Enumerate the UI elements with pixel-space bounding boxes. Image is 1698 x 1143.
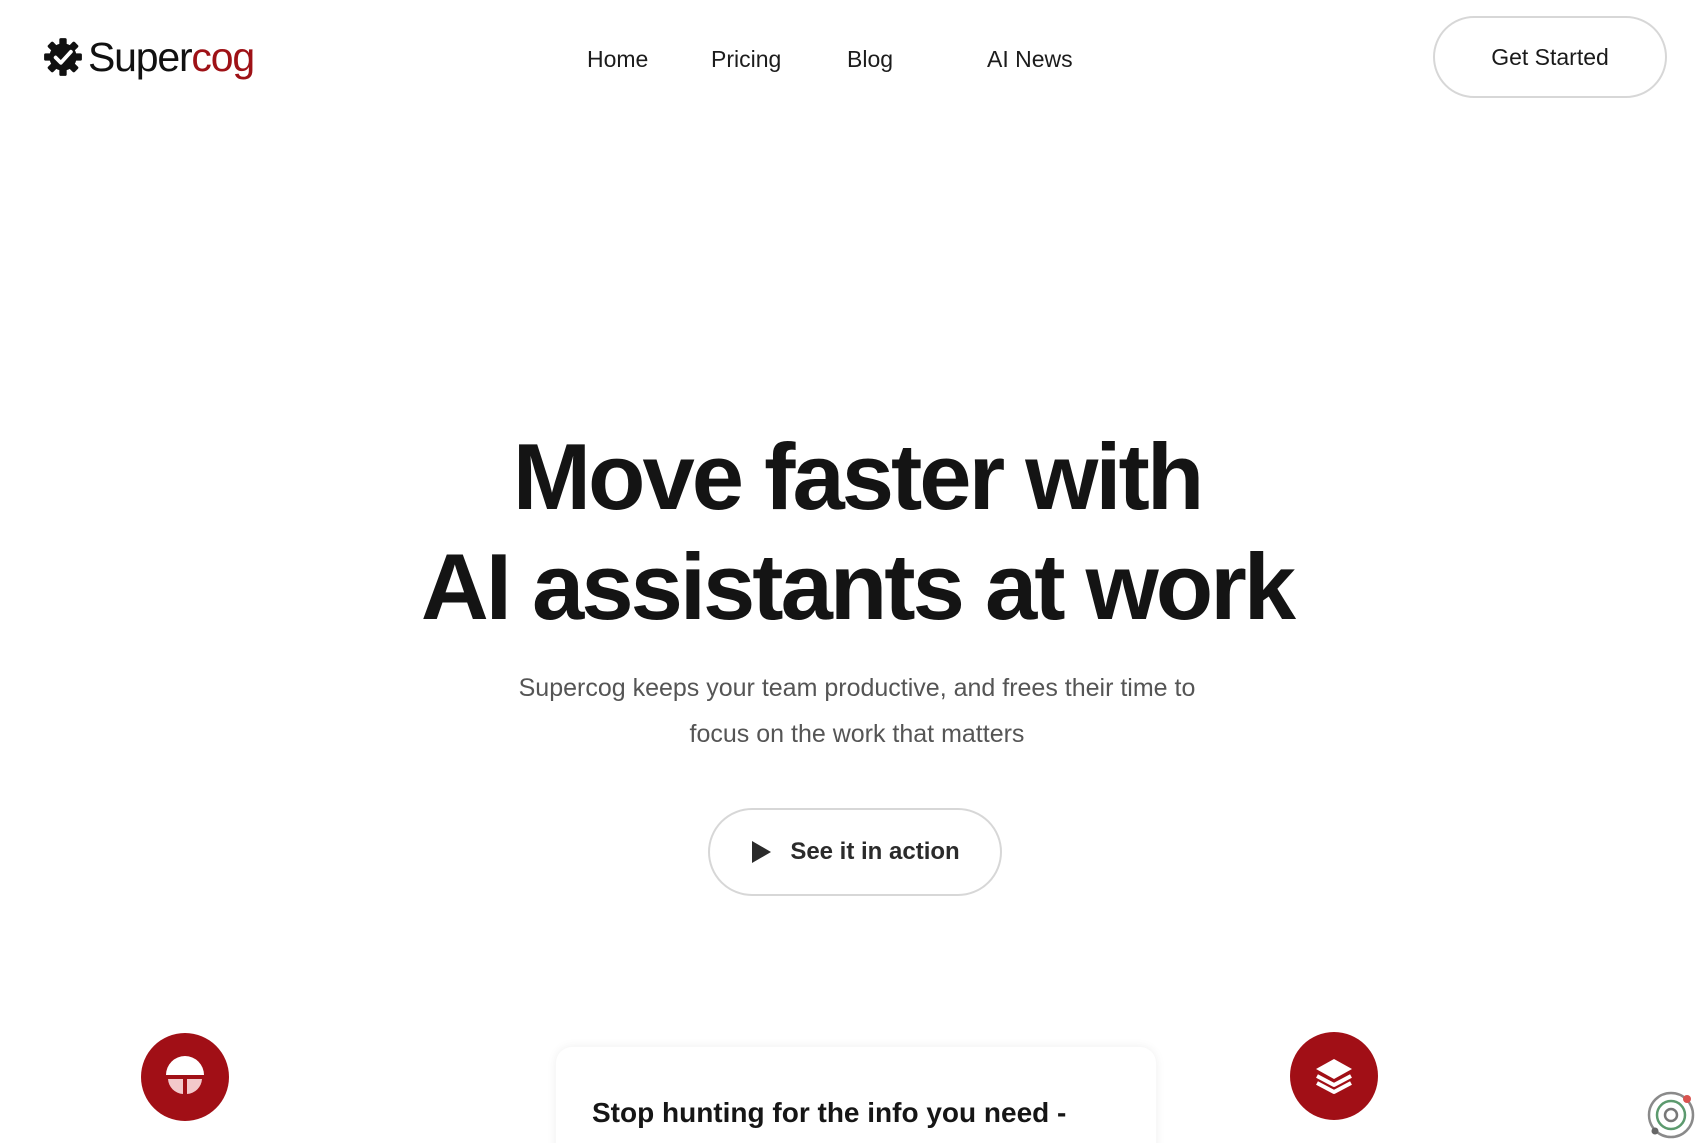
hero-subtitle: Supercog keeps your team productive, and… (0, 665, 1698, 757)
see-it-in-action-button[interactable]: See it in action (708, 808, 1002, 896)
layers-badge (1290, 1032, 1378, 1120)
see-it-in-action-label: See it in action (790, 838, 960, 865)
brain-icon (166, 1056, 204, 1094)
hero-title: Move faster with AI assistants at work (0, 422, 1698, 642)
orbit-icon[interactable] (1645, 1089, 1697, 1141)
hero-title-line-2: AI assistants at work (420, 534, 1296, 639)
landing-page: Supercog Home Pricing Blog AI News Get S… (0, 0, 1698, 1143)
feature-heading: Stop hunting for the info you need - (592, 1097, 1067, 1128)
hero-subtitle-line-1: Supercog keeps your team productive, and… (518, 674, 1196, 702)
nav-ai-news[interactable]: AI News (987, 42, 1073, 76)
get-started-button[interactable]: Get Started (1433, 16, 1667, 98)
nav-pricing[interactable]: Pricing (711, 42, 781, 76)
hero-subtitle-line-2: focus on the work that matters (689, 720, 1025, 748)
brain-badge (141, 1033, 229, 1121)
hero-title-line-1: Move faster with (512, 424, 1205, 529)
layers-icon (1316, 1059, 1352, 1094)
feature-card: Stop hunting for the info you need - (556, 1047, 1156, 1143)
play-icon (752, 841, 772, 863)
nav-home[interactable]: Home (587, 42, 648, 76)
nav-blog[interactable]: Blog (847, 42, 893, 76)
